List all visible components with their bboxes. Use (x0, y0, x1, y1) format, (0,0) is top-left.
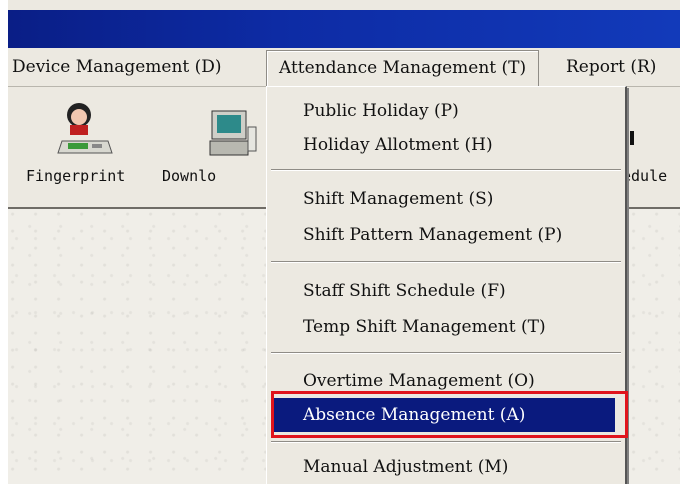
menu-separator (271, 352, 621, 354)
menu-separator (271, 441, 621, 443)
menu-item-shift-pattern-management[interactable]: Shift Pattern Management (P) (303, 221, 562, 249)
menu-item-manual-adjustment[interactable]: Manual Adjustment (M) (303, 453, 508, 481)
fingerprint-label: Fingerprint (26, 167, 126, 185)
fingerprint-reader-icon (57, 103, 113, 154)
menu-item-shift-management[interactable]: Shift Management (S) (303, 185, 493, 213)
application-window: Device Management (D) Attendance Managem… (8, 0, 680, 484)
schedule-label: edule (622, 167, 668, 185)
schedule-icon (630, 131, 634, 145)
menu-item-temp-shift-management[interactable]: Temp Shift Management (T) (303, 313, 546, 341)
title-bar (8, 10, 680, 48)
menu-separator (271, 261, 621, 263)
menu-device-management[interactable]: Device Management (D) (12, 48, 222, 86)
computer-download-icon (209, 110, 257, 156)
fingerprint-button[interactable]: Fingerprint (22, 97, 132, 185)
annotation-highlight-box (271, 391, 628, 438)
menu-item-public-holiday[interactable]: Public Holiday (P) (303, 97, 459, 125)
menu-attendance-management[interactable]: Attendance Management (T) (266, 50, 540, 87)
schedule-button[interactable]: edule (622, 97, 680, 185)
menu-separator (271, 169, 621, 171)
download-label: Downlo (162, 167, 217, 185)
menu-item-staff-shift-schedule[interactable]: Staff Shift Schedule (F) (303, 277, 506, 305)
menu-bar: Device Management (D) Attendance Managem… (8, 48, 680, 87)
download-button[interactable]: Downlo (162, 97, 262, 185)
menu-item-holiday-allotment[interactable]: Holiday Allotment (H) (303, 131, 493, 159)
menu-report[interactable]: Report (R) (566, 48, 656, 86)
